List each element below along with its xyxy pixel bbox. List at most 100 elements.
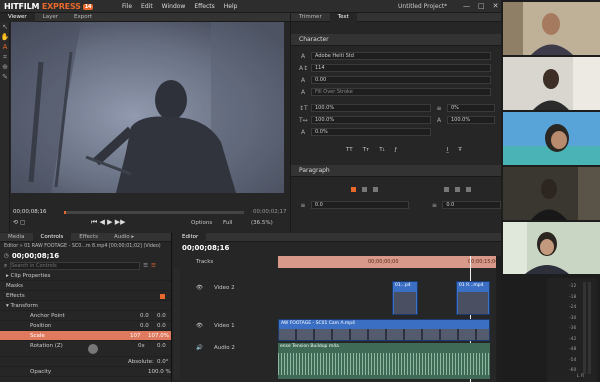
indent-field[interactable]: 0.0 [310,201,409,209]
select-tool-icon[interactable]: ↖ [0,22,10,32]
tracking-icon: A [300,128,306,136]
tab-layer[interactable]: Layer [35,13,66,22]
align-center-icon[interactable] [362,186,367,192]
maximize-button[interactable]: □ [478,2,485,10]
text-tool-icon[interactable]: A [0,42,10,52]
viewer-timecode: 00;00;08;16 [13,209,47,215]
rotation-dial-icon[interactable] [88,344,98,354]
clip-properties-row[interactable]: ▸ Clip Properties [0,271,171,281]
menu-effects[interactable]: Effects [194,3,214,10]
tab-effects[interactable]: Effects [71,233,106,242]
menu-file[interactable]: File [122,3,132,10]
participant-video-1 [503,2,600,55]
style-allcaps-button[interactable]: TT [346,147,353,153]
search-icon: ⌕ [4,262,8,269]
close-button[interactable]: ✕ [493,2,499,10]
clip-video2-b[interactable]: 01 R...mp4 [456,281,490,315]
masks-row[interactable]: Masks [0,281,171,291]
transport-controls[interactable]: ⏮ ◀ ▶ ▶▶ [91,218,126,227]
fill-order-field[interactable]: Fill Over Stroke [311,88,491,96]
font-field[interactable]: Adobe Heiti Std [311,52,491,60]
baseline-icon: A [436,116,442,124]
track-audio-2: 🔊 Audio 2 ense Tension Buildup m4a [174,343,501,379]
meter-bar-left [583,282,586,374]
menu-edit[interactable]: Edit [141,3,153,10]
controls-panel: Media Controls Effects Audio ▸ Editor » … [0,232,172,382]
tab-editor[interactable]: Editor [174,232,207,242]
font-size-field[interactable]: 114 [311,64,491,72]
track-eye-icon[interactable]: 👁 [196,285,203,291]
tab-audio[interactable]: Audio ▸ [106,233,142,242]
style-subscript-button[interactable]: T₁ [379,147,385,153]
scale-h-icon: T↔ [299,116,308,124]
transform-row[interactable]: ▾ Transform [0,301,171,311]
zoom-dropdown[interactable]: (36.5%) [251,220,273,226]
editor-timecode: 00;00;08;16 [182,244,230,252]
crop-tool-icon[interactable]: ⌗ [0,52,10,62]
track-eye-icon[interactable]: 👁 [196,323,203,329]
tab-media[interactable]: Media [0,233,33,242]
tab-export[interactable]: Export [66,13,100,22]
justify-left-icon[interactable] [444,186,449,192]
clock-icon: ◷ [4,253,9,259]
scale-row[interactable]: Scale 107 107.0% [0,331,171,341]
meter-scale: -12 -18 -24 -30 -36 -42 -48 -54 -60 [569,284,577,373]
scale-h-field[interactable]: 100.0% [311,116,431,124]
minimize-button[interactable]: — [463,2,470,10]
participant-video-4 [503,167,600,220]
quality-dropdown[interactable]: Full [223,220,232,226]
strikethrough-icon[interactable]: Ŧ [458,147,461,153]
viewer-controls: 00;00;08;16 00;00;02;17 ⟲ ▢ ⏮ ◀ ▶ ▶▶ Opt… [11,193,287,229]
video-frame[interactable] [11,22,284,193]
timeline-ruler[interactable]: 00;00;00;00 00;00;15;00 [278,256,499,268]
opacity-row[interactable]: Opacity 100.0 % [0,367,171,377]
space-field[interactable]: 0.0 [442,201,501,209]
stroke-icon: A [300,76,306,84]
leading-field[interactable]: 0% [447,104,495,112]
scale-v-field[interactable]: 100.0% [311,104,431,112]
align-right-icon[interactable] [373,186,378,192]
list-view-icon[interactable]: ☰ [143,263,148,269]
options-dropdown[interactable]: Options [191,220,212,226]
justify-right-icon[interactable] [466,186,471,192]
font-icon: A [300,52,306,60]
align-left-icon[interactable] [351,186,356,192]
grid-view-icon[interactable]: ☰ [151,263,156,269]
tab-text[interactable]: Text [329,12,357,22]
viewer-scrubber[interactable] [64,211,244,214]
justify-center-icon[interactable] [455,186,460,192]
effects-row[interactable]: Effects [0,291,171,301]
speaker-icon[interactable]: 🔊 [196,345,203,351]
clip-video1-main[interactable]: AW FOOTAGE - SC01 Cam A.mp4 [278,319,490,341]
tool-strip: ↖ ✋ A ⌗ ⊕ ✎ [0,22,10,232]
menu-window[interactable]: Window [162,3,186,10]
tab-viewer[interactable]: Viewer [0,12,35,22]
scrubber-handle[interactable] [64,211,66,214]
clip-video2-a[interactable]: 01...p4 [392,281,418,315]
loop-icon[interactable]: ⟲ ▢ [13,219,26,226]
baseline-field[interactable]: 100.0% [447,116,495,124]
clip-path: Editor » 01 RAW FOOTAGE - SC0...m 8.mp4 … [4,244,161,249]
fill-order-icon: A [300,88,306,96]
clip-audio[interactable]: ense Tension Buildup m4a [278,343,490,379]
style-smallcaps-button[interactable]: Tт [363,147,370,153]
menu-help[interactable]: Help [224,3,238,10]
transform-tool-icon[interactable]: ⊕ [0,62,10,72]
participant-video-3 [503,112,600,165]
rotation-row[interactable]: Rotation (Z) 0x 0.0 [0,341,171,357]
meter-bar-right [588,282,591,374]
app-logo: HITFILM EXPRESS 14 [4,2,94,11]
anchor-point-row[interactable]: Anchor Point 0.0 0.0 [0,311,171,321]
hand-tool-icon[interactable]: ✋ [0,32,10,42]
underline-icon[interactable]: I̲ [447,147,449,153]
tab-controls[interactable]: Controls [32,232,72,242]
position-row[interactable]: Position 0.0 0.0 [0,321,171,331]
tracking-field[interactable]: 0.0% [311,128,431,136]
mask-tool-icon[interactable]: ✎ [0,72,10,82]
style-italic-button[interactable]: ƒ [395,147,397,153]
timeline-editor: Editor 00;00;08;16 Tracks 00;00;00;00 00;… [174,232,501,382]
stroke-field[interactable]: 0.00 [311,76,491,84]
tab-trimmer[interactable]: Trimmer [291,13,330,22]
controls-search-input[interactable] [10,262,141,270]
track-video-2: 👁 Video 2 01...p4 01 R...mp4 [174,281,501,317]
